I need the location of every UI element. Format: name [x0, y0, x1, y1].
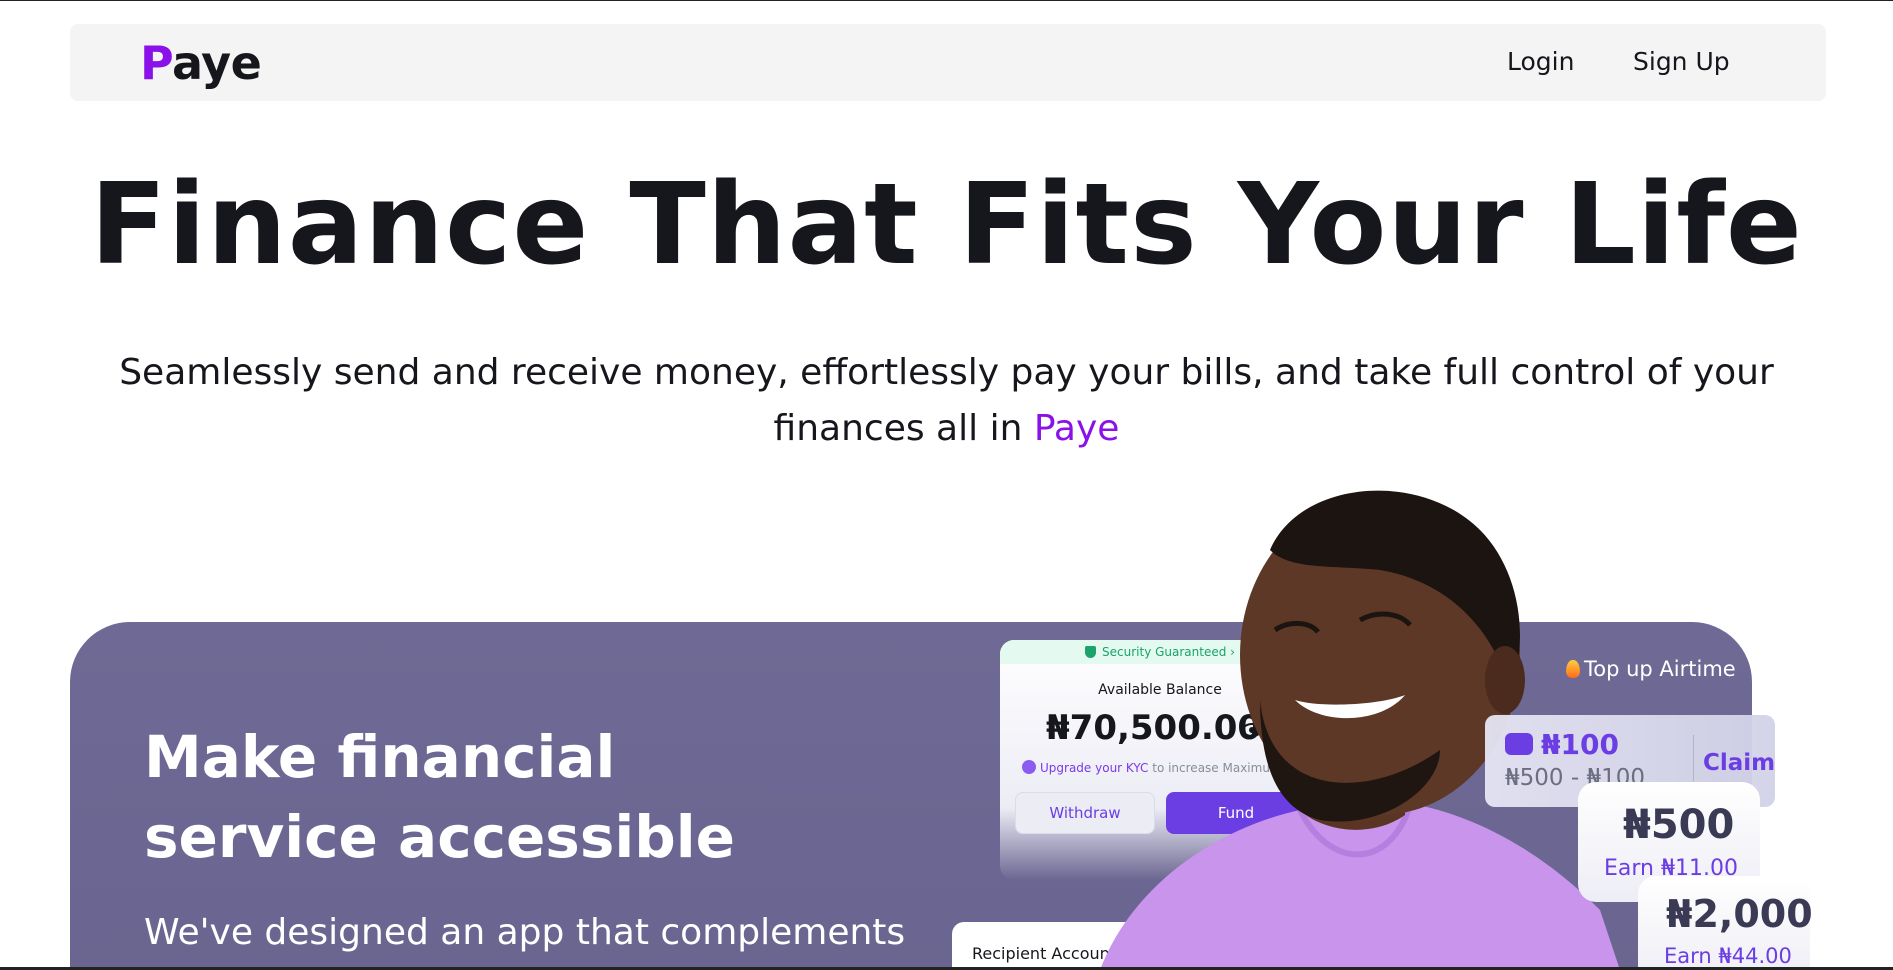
logo[interactable]: Paye	[140, 36, 262, 90]
ear	[1485, 646, 1525, 714]
card-500-amount: ₦500	[1623, 802, 1735, 848]
claim-button[interactable]: Claim	[1703, 750, 1775, 776]
topup-airtime-label: Top up Airtime	[1566, 657, 1736, 681]
hero-title: Finance That Fits Your Life	[90, 160, 1803, 290]
promo-title-line2: service accessible	[144, 803, 735, 871]
card-2000-earn: Earn ₦44.00	[1664, 944, 1792, 968]
logo-initial: P	[140, 36, 172, 90]
ticket-icon	[1505, 733, 1533, 755]
airtime-card-2000[interactable]: ₦2,000 Earn ₦44.00	[1638, 876, 1813, 970]
login-link[interactable]: Login	[1507, 47, 1574, 76]
card-2000-amount: ₦2,000	[1666, 892, 1813, 936]
window-top-border	[0, 0, 1893, 1]
promo-body: We've designed an app that complements	[144, 912, 906, 953]
topup-text: Top up Airtime	[1584, 657, 1736, 681]
hero-subtitle: Seamlessly send and receive money, effor…	[100, 345, 1793, 457]
signup-link[interactable]: Sign Up	[1633, 47, 1730, 76]
logo-rest: aye	[171, 36, 262, 90]
navbar: Paye Login Sign Up	[70, 24, 1826, 101]
hero-subtitle-line1: Seamlessly send and receive money, effor…	[119, 352, 1774, 393]
hero-subtitle-line2: finances all in	[773, 408, 1034, 449]
fire-icon	[1566, 660, 1580, 678]
bolt-icon	[1022, 760, 1036, 774]
promo-title: Make financial service accessible	[144, 717, 735, 877]
promo-title-line1: Make financial	[144, 723, 616, 791]
airtime-amount: ₦100	[1541, 728, 1619, 761]
hero-subtitle-brand: Paye	[1033, 408, 1120, 449]
